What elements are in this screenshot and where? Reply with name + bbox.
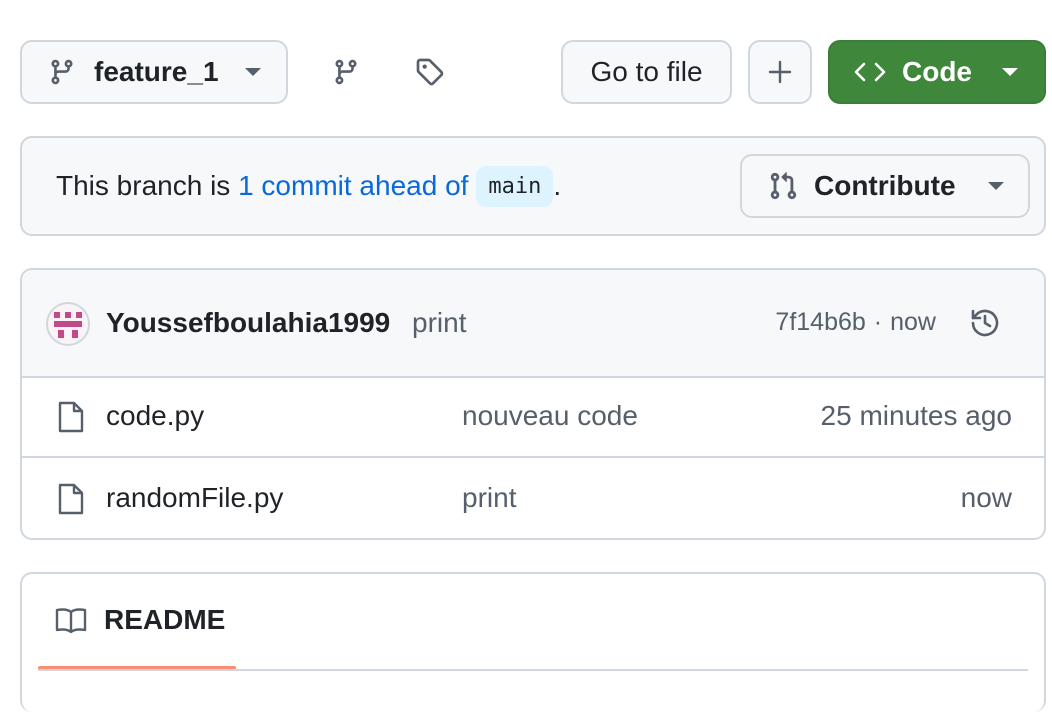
file-commit-message[interactable]: print (462, 482, 516, 514)
branch-status-prefix: This branch is (56, 170, 239, 201)
file-row[interactable]: randomFile.py print now (22, 458, 1044, 538)
go-to-file-label: Go to file (590, 56, 703, 87)
tag-icon (414, 56, 446, 88)
commit-message[interactable]: print (412, 307, 466, 339)
add-file-button[interactable] (748, 40, 812, 104)
base-branch-badge: main (476, 165, 554, 207)
readme-panel: README (20, 572, 1046, 712)
file-icon (56, 400, 86, 434)
git-branch-icon (48, 58, 76, 86)
commit-time: now (890, 308, 936, 336)
chevron-down-icon (1002, 68, 1018, 76)
branches-link[interactable] (326, 54, 366, 90)
file-updated-time: now (960, 482, 1012, 513)
commits-ahead-link[interactable]: 1 commit ahead of (238, 170, 468, 202)
contribute-label: Contribute (814, 170, 956, 201)
pull-request-icon (768, 171, 798, 201)
meta-separator: · (873, 308, 883, 336)
chevron-down-icon (244, 68, 261, 76)
book-icon (54, 605, 88, 635)
file-listing: Youssefboulahia1999 print 7f14b6b · now … (20, 268, 1046, 540)
file-commit-message[interactable]: nouveau code (462, 400, 638, 432)
code-icon (854, 60, 886, 84)
branch-selector-button[interactable]: feature_1 (20, 40, 288, 104)
readme-tab[interactable]: README (54, 604, 225, 636)
tags-link[interactable] (410, 54, 450, 90)
commit-author[interactable]: Youssefboulahia1999 (106, 307, 390, 339)
readme-tab-divider (38, 669, 1028, 671)
branch-status-text: This branch is 1 commit ahead of main . (56, 138, 561, 234)
file-icon (56, 482, 86, 516)
file-row[interactable]: code.py nouveau code 25 minutes ago (22, 376, 1044, 458)
latest-commit-bar: Youssefboulahia1999 print 7f14b6b · now (22, 270, 1044, 378)
git-branch-icon (332, 58, 360, 86)
code-button-label: Code (902, 56, 972, 87)
file-name[interactable]: randomFile.py (106, 482, 283, 514)
plus-icon (767, 59, 793, 85)
file-name[interactable]: code.py (106, 400, 204, 432)
contribute-button[interactable]: Contribute (740, 154, 1030, 218)
readme-tab-label: README (104, 604, 226, 635)
code-button[interactable]: Code (828, 40, 1046, 104)
branch-name: feature_1 (94, 56, 219, 87)
chevron-down-icon (987, 182, 1004, 190)
go-to-file-button[interactable]: Go to file (561, 40, 732, 104)
branch-status-suffix: . (553, 170, 562, 201)
commit-sha[interactable]: 7f14b6b (775, 308, 865, 337)
file-updated-time: 25 minutes ago (820, 400, 1012, 431)
commit-meta: 7f14b6b · now (775, 308, 936, 337)
history-icon (968, 306, 1002, 340)
avatar[interactable] (46, 302, 90, 346)
history-button[interactable] (968, 306, 1002, 340)
branch-status-banner: This branch is 1 commit ahead of main . … (20, 136, 1046, 236)
